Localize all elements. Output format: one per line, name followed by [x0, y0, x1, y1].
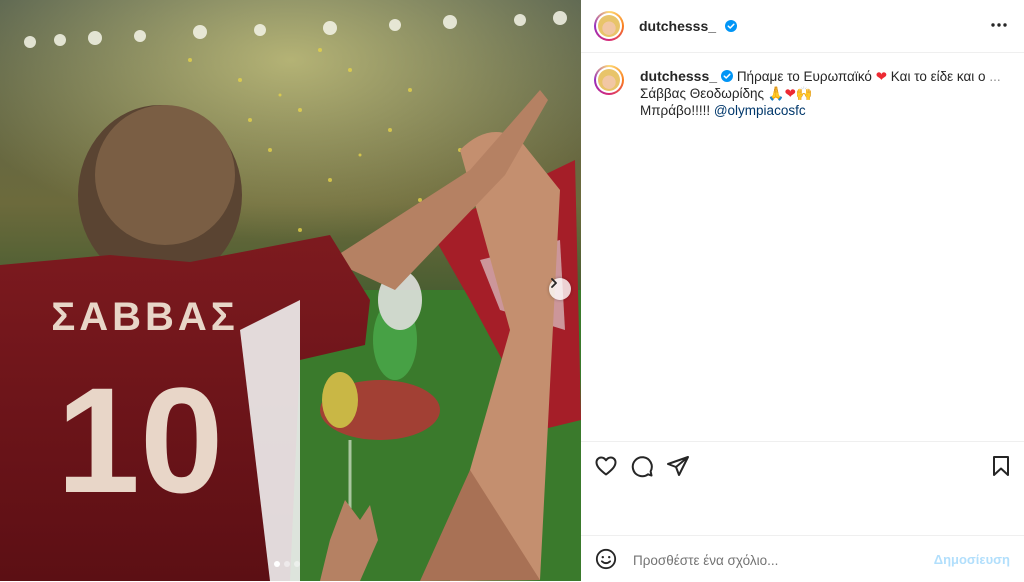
- carousel-dot: [294, 561, 300, 567]
- praying-hands-emoji-icon: 🙏: [767, 86, 785, 101]
- comment-icon[interactable]: [630, 454, 654, 478]
- carousel-dots: [274, 561, 300, 567]
- carousel-next-button[interactable]: [549, 278, 571, 300]
- mention-link[interactable]: @olympiacosfc: [714, 103, 806, 118]
- red-heart-emoji-icon: ❤: [784, 86, 796, 101]
- caption-more[interactable]: ...: [989, 69, 1000, 84]
- save-icon[interactable]: [989, 454, 1013, 478]
- verified-icon: [721, 70, 734, 82]
- verified-icon: [724, 20, 737, 32]
- post-comment-button[interactable]: Δημοσίευση: [934, 552, 1010, 567]
- comment-bar: Δημοσίευση: [581, 535, 1024, 582]
- post-actions: [581, 441, 1024, 536]
- post-photo[interactable]: ΣΑΒΒΑΣ 10: [0, 0, 581, 581]
- share-icon[interactable]: [666, 454, 690, 478]
- red-heart-emoji-icon: ❤: [875, 69, 888, 84]
- jersey-number: 10: [56, 356, 224, 524]
- chevron-right-icon: [551, 278, 557, 288]
- carousel-dot: [284, 561, 290, 567]
- carousel-dot-active: [274, 561, 280, 567]
- post-details-panel: dutchesss_ dutchesss_ Πήραμε το Ευρωπαϊκ…: [581, 0, 1024, 581]
- caption-text-1: Πήραμε το Ευρωπαϊκό: [736, 69, 872, 84]
- jersey-name: ΣΑΒΒΑΣ: [51, 295, 239, 339]
- caption-avatar[interactable]: [594, 65, 624, 95]
- post-caption: dutchesss_ Πήραμε το Ευρωπαϊκό ❤ Και το …: [640, 68, 1010, 119]
- heart-icon[interactable]: [594, 454, 618, 478]
- avatar[interactable]: [594, 11, 624, 41]
- caption-username[interactable]: dutchesss_: [640, 68, 717, 84]
- caption-text-1b: Και το είδε και ο: [890, 69, 986, 84]
- hugging-emoji-icon: 🙌: [795, 86, 813, 101]
- caption-text-3: Μπράβο!!!!!: [640, 103, 711, 118]
- caption-text-2: Σάββας Θεοδωρίδης: [640, 86, 765, 101]
- comment-input[interactable]: [631, 548, 935, 572]
- emoji-icon[interactable]: [595, 548, 617, 570]
- more-icon[interactable]: [990, 16, 1008, 34]
- header-user: dutchesss_: [639, 18, 737, 36]
- username-link[interactable]: dutchesss_: [639, 18, 716, 34]
- post-header: dutchesss_: [581, 0, 1024, 53]
